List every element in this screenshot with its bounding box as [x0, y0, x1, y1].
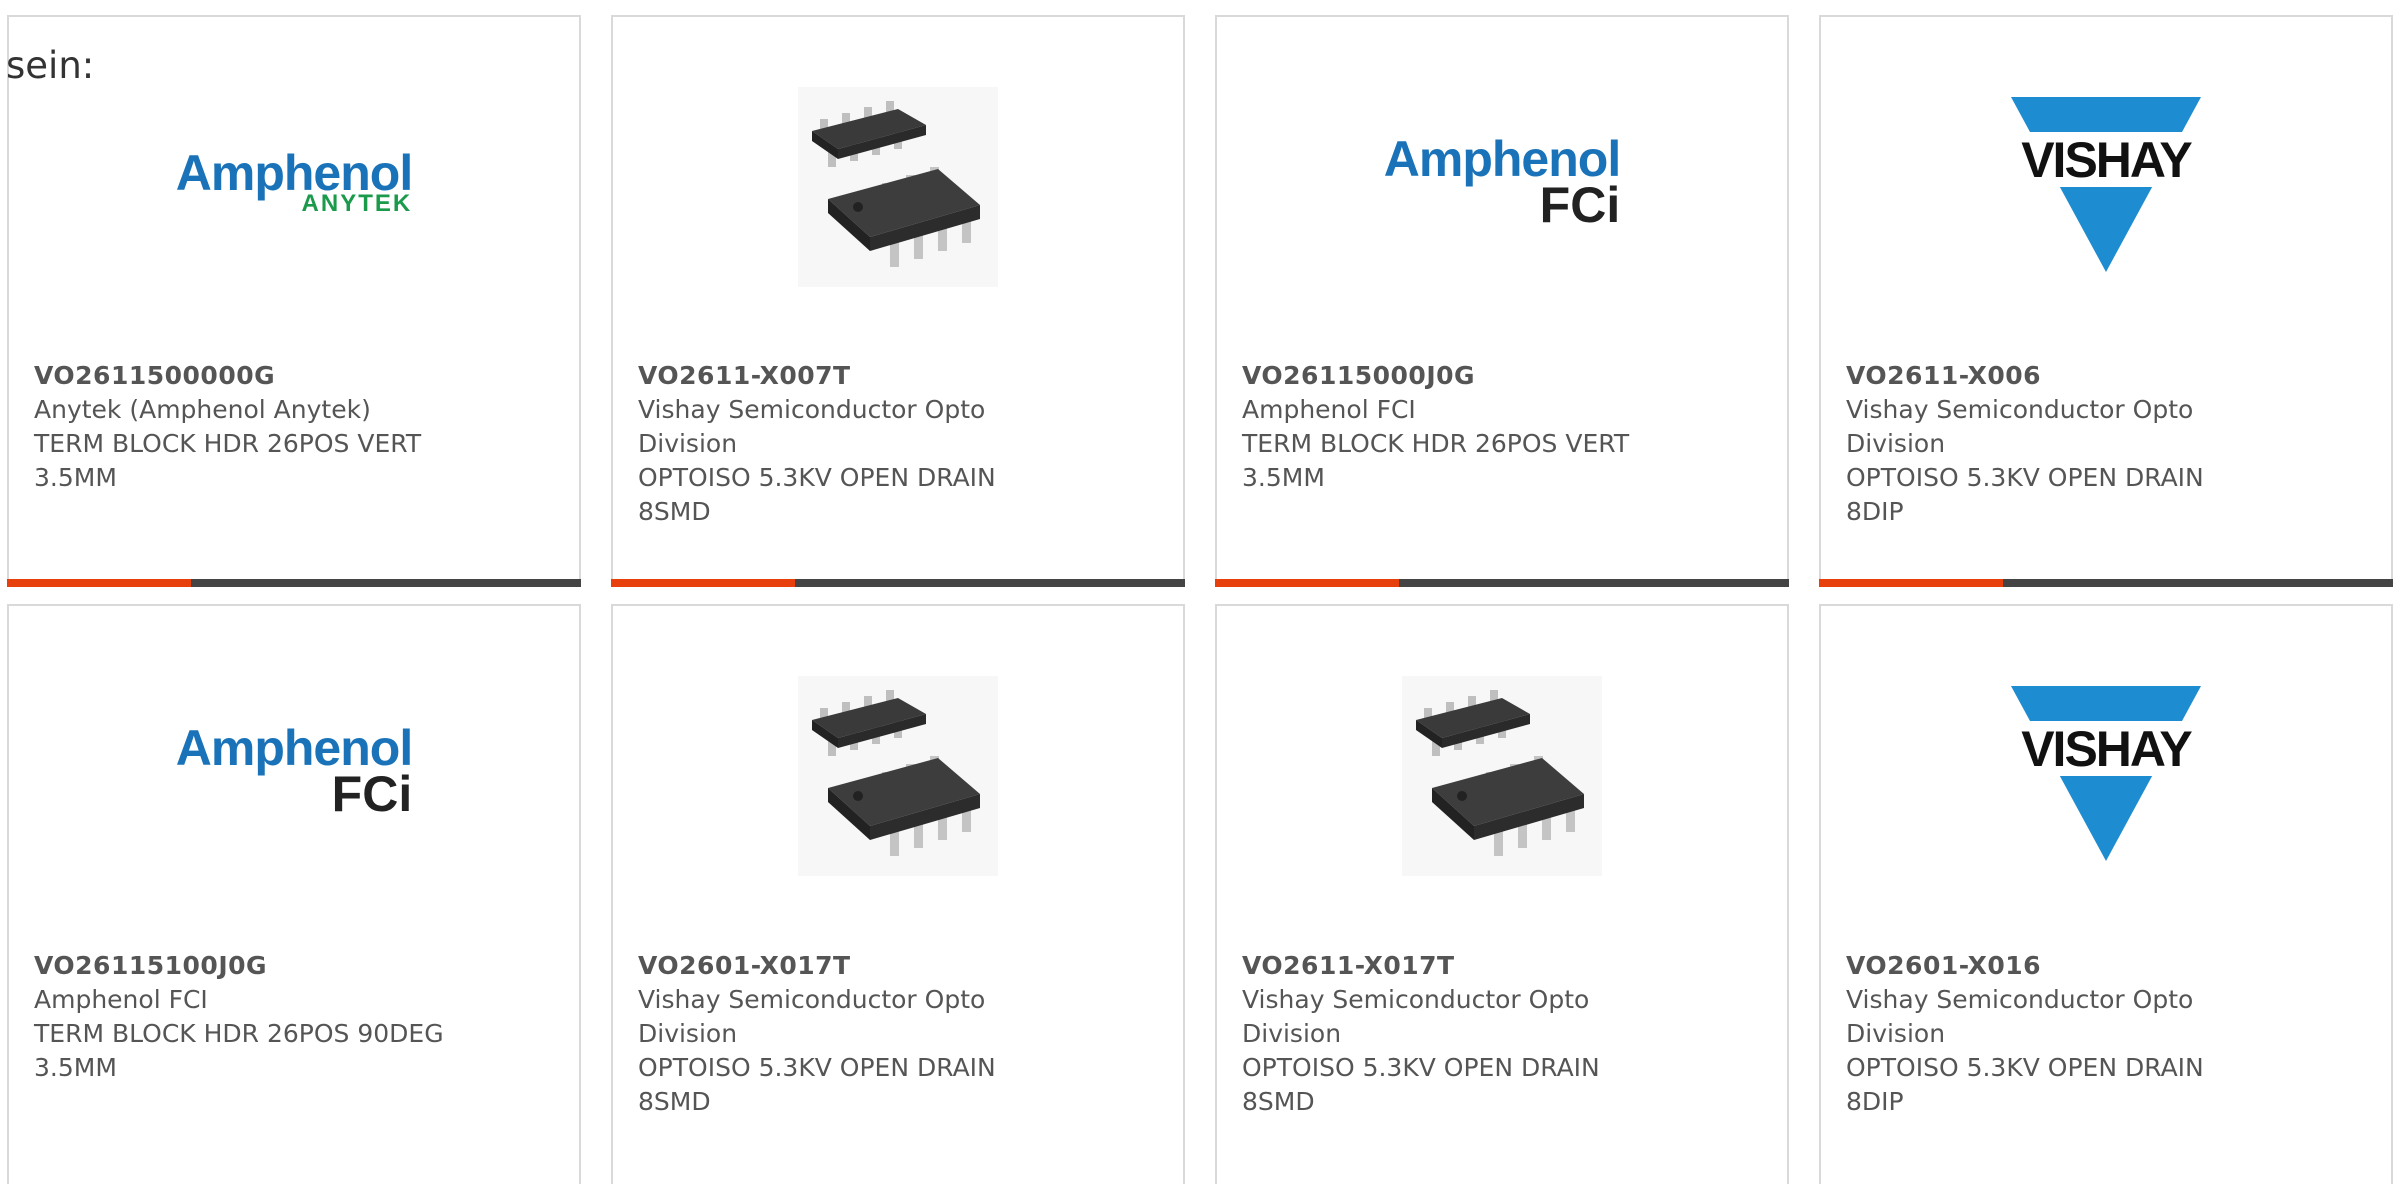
product-description: TERM BLOCK HDR 26POS 90DEG 3.5MM — [34, 1019, 444, 1082]
product-description: TERM BLOCK HDR 26POS VERT 3.5MM — [34, 429, 422, 492]
product-card[interactable]: Amphenol FCi VO26115000J0G Amphenol FCI … — [1215, 15, 1789, 587]
amphenol-fci-logo-image: Amphenol FCi — [9, 646, 579, 906]
part-number[interactable]: VO26115100J0G — [34, 949, 559, 983]
manufacturer-name: Vishay Semiconductor Opto Division — [1846, 395, 2194, 458]
vishay-wordmark: VISHAY — [2021, 132, 2192, 188]
product-card[interactable]: VO2601-X017T Vishay Semiconductor Opto D… — [611, 604, 1185, 1184]
vishay-logo-icon: VISHAY — [1996, 97, 2216, 272]
chip-photo-image — [613, 57, 1183, 317]
product-card[interactable]: VO2611-X007T Vishay Semiconductor Opto D… — [611, 15, 1185, 587]
soic8-chip-icon — [798, 87, 998, 287]
amphenol-anytek-logo-image: Amphenol ANYTEK — [9, 57, 579, 317]
part-number[interactable]: VO2611-X017T — [1242, 949, 1767, 983]
chip-photo-image — [613, 646, 1183, 906]
product-card[interactable]: VISHAY VO2601-X016 Vishay Semiconductor … — [1819, 604, 2393, 1184]
manufacturer-name: Vishay Semiconductor Opto Division — [638, 985, 986, 1048]
product-description: OPTOISO 5.3KV OPEN DRAIN 8DIP — [1846, 463, 2204, 526]
card-progress-bar — [611, 579, 1185, 587]
vishay-wordmark: VISHAY — [2021, 721, 2192, 777]
part-number[interactable]: VO2611-X007T — [638, 359, 1163, 393]
part-number[interactable]: VO2601-X017T — [638, 949, 1163, 983]
manufacturer-name: Amphenol FCI — [34, 985, 208, 1014]
chip-photo-image — [1217, 646, 1787, 906]
card-progress-bar — [1819, 579, 2393, 587]
soic8-chip-icon — [1402, 676, 1602, 876]
card-progress-accent — [1215, 579, 1399, 587]
card-progress-accent — [7, 579, 191, 587]
vishay-logo-image: VISHAY — [1821, 646, 2391, 906]
product-card[interactable]: Amphenol ANYTEK VO2611500000G Anytek (Am… — [7, 15, 581, 587]
product-description: OPTOISO 5.3KV OPEN DRAIN 8SMD — [1242, 1053, 1600, 1116]
logo-subword: FCi — [1539, 177, 1621, 233]
manufacturer-name: Anytek (Amphenol Anytek) — [34, 395, 371, 424]
product-description: OPTOISO 5.3KV OPEN DRAIN 8DIP — [1846, 1053, 2204, 1116]
manufacturer-name: Vishay Semiconductor Opto Division — [638, 395, 986, 458]
vishay-logo-image: VISHAY — [1821, 57, 2391, 317]
manufacturer-name: Vishay Semiconductor Opto Division — [1846, 985, 2194, 1048]
part-number[interactable]: VO2611-X006 — [1846, 359, 2371, 393]
card-progress-bar — [1215, 579, 1789, 587]
soic8-chip-icon — [798, 676, 998, 876]
manufacturer-name: Amphenol FCI — [1242, 395, 1416, 424]
part-number[interactable]: VO26115000J0G — [1242, 359, 1767, 393]
card-progress-accent — [1819, 579, 2003, 587]
manufacturer-name: Vishay Semiconductor Opto Division — [1242, 985, 1590, 1048]
card-progress-accent — [611, 579, 795, 587]
product-card[interactable]: VISHAY VO2611-X006 Vishay Semiconductor … — [1819, 15, 2393, 587]
product-description: TERM BLOCK HDR 26POS VERT 3.5MM — [1242, 429, 1630, 492]
product-card[interactable]: Amphenol FCi VO26115100J0G Amphenol FCI … — [7, 604, 581, 1184]
logo-subword: FCi — [331, 766, 413, 822]
intro-text: sein: — [6, 44, 95, 87]
amphenol-fci-logo-image: Amphenol FCi — [1217, 57, 1787, 317]
product-description: OPTOISO 5.3KV OPEN DRAIN 8SMD — [638, 463, 996, 526]
product-description: OPTOISO 5.3KV OPEN DRAIN 8SMD — [638, 1053, 996, 1116]
card-progress-bar — [7, 579, 581, 587]
part-number[interactable]: VO2611500000G — [34, 359, 559, 393]
vishay-logo-icon: VISHAY — [1996, 686, 2216, 861]
part-number[interactable]: VO2601-X016 — [1846, 949, 2371, 983]
product-card[interactable]: VO2611-X017T Vishay Semiconductor Opto D… — [1215, 604, 1789, 1184]
